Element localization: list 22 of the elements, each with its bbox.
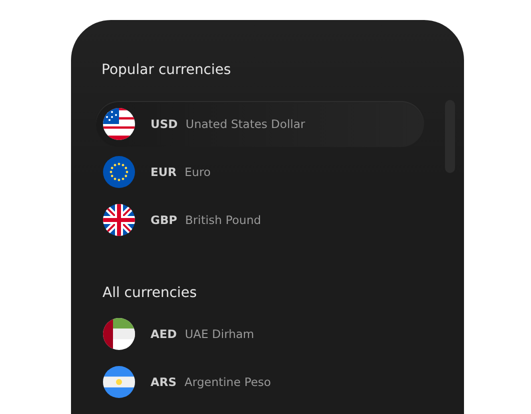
uae-flag-icon — [102, 318, 134, 350]
section-title: All currencies — [102, 284, 198, 302]
us-flag-icon — [102, 108, 134, 140]
currency-code: USD — [150, 117, 178, 131]
currency-code: EUR — [150, 165, 177, 179]
currency-name: UAE Dirham — [184, 327, 254, 341]
currency-name: Unated States Dollar — [186, 117, 306, 131]
currency-code: ARS — [150, 375, 177, 389]
currency-code: AED — [150, 327, 177, 341]
currency-item[interactable]: ARS Argentine Peso — [96, 359, 424, 405]
currency-name: British Pound — [185, 213, 262, 227]
currency-name: Euro — [184, 165, 211, 179]
currency-item[interactable]: GBP British Pound — [96, 197, 424, 243]
currency-name: Argentine Peso — [184, 375, 271, 389]
uk-flag-icon — [102, 204, 134, 236]
currency-code: GBP — [150, 213, 178, 227]
currency-item[interactable]: AED UAE Dirham — [96, 311, 424, 357]
section-title: Popular currencies — [102, 61, 232, 79]
currency-item[interactable]: EUR Euro — [96, 149, 424, 195]
eu-flag-icon — [102, 156, 134, 188]
currency-item[interactable]: USD Unated States Dollar — [96, 101, 424, 147]
argentina-flag-icon — [102, 366, 134, 398]
